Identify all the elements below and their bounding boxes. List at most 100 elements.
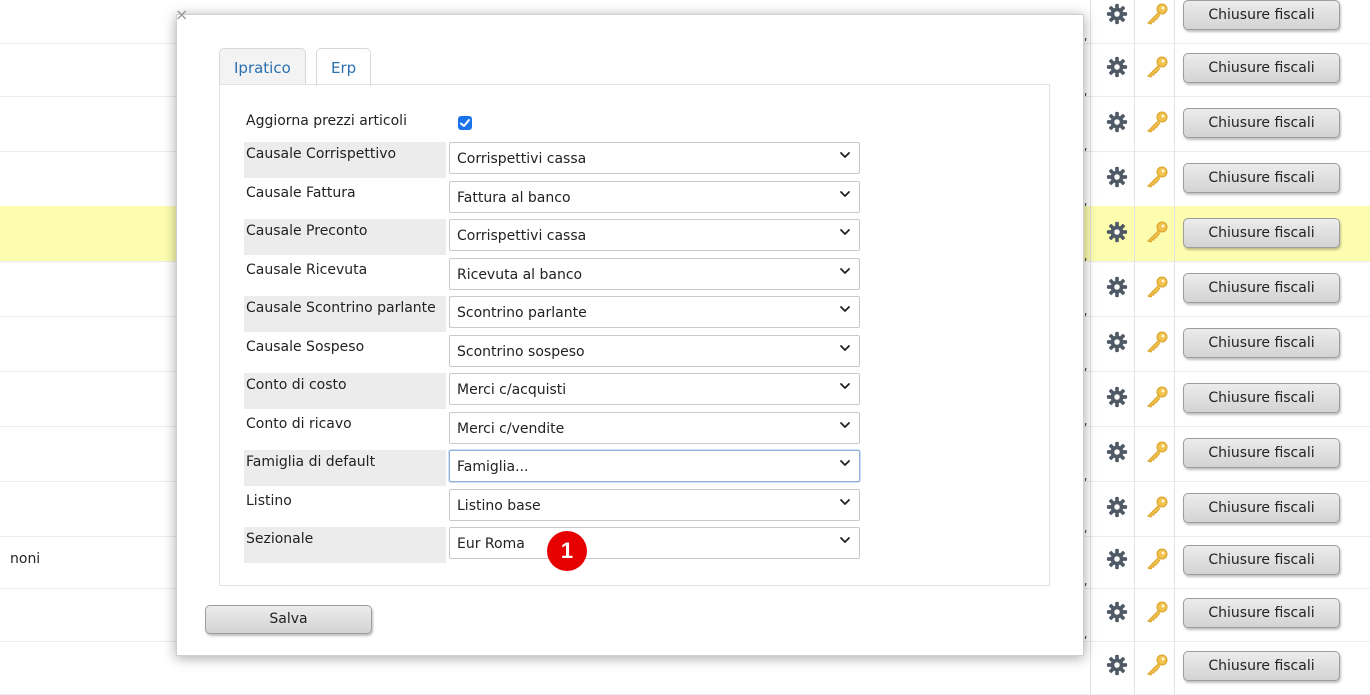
sezionale-value: Eur Roma [457,536,525,552]
key-icon[interactable] [1145,548,1169,570]
chiusure-fiscali-button[interactable]: Chiusure fiscali [1183,0,1340,30]
column-divider [1090,0,1091,43]
tick-mark: ʹ [1084,422,1088,436]
column-divider [1174,41,1175,96]
tick-mark: ʹ [1084,147,1088,161]
column-divider [1174,639,1175,694]
key-icon[interactable] [1145,56,1169,78]
tick-mark: ʹ [1084,312,1088,326]
chiusure-fiscali-button[interactable]: Chiusure fiscali [1183,493,1340,523]
sezionale-label: Sezionale [244,527,446,563]
column-divider [1134,261,1135,316]
chiusure-fiscali-button[interactable]: Chiusure fiscali [1183,328,1340,358]
causale-scontrino-parlante-label: Causale Scontrino parlante [244,296,446,332]
gear-icon[interactable] [1106,166,1128,188]
gear-icon[interactable] [1106,56,1128,78]
causale-preconto-value: Corrispettivi cassa [457,228,587,244]
tab-ipratico[interactable]: Ipratico [219,48,306,85]
tab-erp[interactable]: Erp [316,48,372,86]
causale-preconto-select[interactable]: Corrispettivi cassa [449,219,860,251]
gear-icon[interactable] [1106,221,1128,243]
chevron-down-icon [839,419,851,431]
gear-icon[interactable] [1106,496,1128,518]
causale-fattura-label: Causale Fattura [246,185,356,201]
save-button[interactable]: Salva [205,605,372,634]
gear-icon[interactable] [1106,331,1128,353]
conto-di-costo-label: Conto di costo [244,373,446,409]
chiusure-fiscali-button[interactable]: Chiusure fiscali [1183,108,1340,138]
erp-panel: Aggiorna prezzi articoli Causale Corrisp… [219,84,1050,586]
causale-scontrino-parlante-select[interactable]: Scontrino parlante [449,296,860,328]
listino-select[interactable]: Listino base [449,489,860,521]
conto-di-costo-select[interactable]: Merci c/acquisti [449,373,860,405]
tick-mark: ʹ [1084,477,1088,491]
gear-icon[interactable] [1106,654,1128,676]
conto-di-costo-value: Merci c/acquisti [457,382,567,398]
column-divider [1134,586,1135,641]
column-divider [1134,41,1135,96]
causale-fattura-value: Fattura al banco [457,190,571,206]
close-icon[interactable]: × [175,5,188,24]
row-actions: ʹChiusure fiscali [1084,92,1370,151]
column-divider [1090,41,1091,96]
gear-icon[interactable] [1106,276,1128,298]
column-divider [1174,151,1175,206]
key-icon[interactable] [1145,3,1169,25]
key-icon[interactable] [1145,601,1169,623]
gear-icon[interactable] [1106,548,1128,570]
column-divider [1134,426,1135,481]
aggiorna-prezzi-checkbox[interactable] [458,116,472,130]
row-actions: ʹ Chiusure fiscali [1084,422,1370,481]
row-actions: ʹ Chiusure fiscali [1084,147,1370,206]
chiusure-fiscali-button[interactable]: Chiusure fiscali [1183,598,1340,628]
causale-scontrino-parlante-value: Scontrino parlante [457,305,587,321]
causale-sospeso-select[interactable]: Scontrino sospeso [449,335,860,367]
gear-icon[interactable] [1106,386,1128,408]
chiusure-fiscali-button[interactable]: Chiusure fiscali [1183,383,1340,413]
column-divider [1090,533,1091,588]
famiglia-di-default-label: Famiglia di default [244,450,446,486]
chiusure-fiscali-button[interactable]: Chiusure fiscali [1183,545,1340,575]
chiusure-fiscali-button[interactable]: Chiusure fiscali [1183,163,1340,193]
key-icon[interactable] [1145,221,1169,243]
gear-icon[interactable] [1106,601,1128,623]
chiusure-fiscali-button[interactable]: Chiusure fiscali [1183,53,1340,83]
key-icon[interactable] [1145,166,1169,188]
row-actions: ʹ Chiusure fiscali [1084,477,1370,536]
key-icon[interactable] [1145,331,1169,353]
causale-sospeso-label: Causale Sospeso [246,339,365,355]
gear-icon[interactable] [1106,111,1128,133]
column-divider [1134,151,1135,206]
chevron-down-icon [839,303,851,315]
gear-icon[interactable] [1106,3,1128,25]
gear-icon[interactable] [1106,441,1128,463]
column-divider [1090,426,1091,481]
conto-di-ricavo-select[interactable]: Merci c/vendite [449,412,860,444]
row-actions: ʹChiusure fiscali [1084,367,1370,426]
key-icon[interactable] [1145,111,1169,133]
column-divider [1174,0,1175,43]
key-icon[interactable] [1145,441,1169,463]
aggiorna-prezzi-label: Aggiorna prezzi articoli [246,113,407,129]
key-icon[interactable] [1145,386,1169,408]
column-divider [1134,533,1135,588]
chiusure-fiscali-button[interactable]: Chiusure fiscali [1183,218,1340,248]
sezionale-select[interactable]: Eur Roma [449,527,860,559]
chiusure-fiscali-button[interactable]: Chiusure fiscali [1183,651,1340,681]
chevron-down-icon [839,226,851,238]
form-row-causale-corrispettivo: Causale Corrispettivo Corrispettivi cassa [244,142,884,180]
chiusure-fiscali-button[interactable]: Chiusure fiscali [1183,438,1340,468]
chiusure-fiscali-button[interactable]: Chiusure fiscali [1183,273,1340,303]
row-actions: ʹ Chiusure fiscali [1084,312,1370,371]
famiglia-di-default-select[interactable]: Famiglia... [449,450,860,482]
row-actions: ʹChiusure fiscali [1090,0,1370,43]
key-icon[interactable] [1145,496,1169,518]
column-divider [1174,371,1175,426]
tick-mark: ʹ [1084,202,1088,216]
causale-corrispettivo-select[interactable]: Corrispettivi cassa [449,142,860,174]
causale-ricevuta-select[interactable]: Ricevuta al banco [449,258,860,290]
key-icon[interactable] [1145,276,1169,298]
key-icon[interactable] [1145,654,1169,676]
causale-fattura-select[interactable]: Fattura al banco [449,181,860,213]
causale-corrispettivo-value: Corrispettivi cassa [457,151,587,167]
